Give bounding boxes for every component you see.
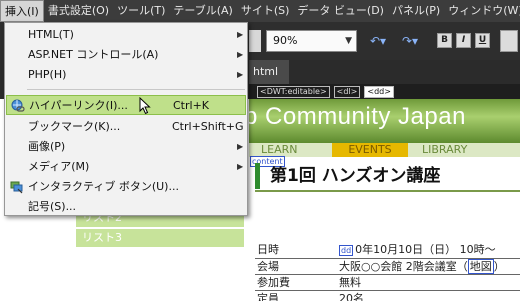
- menu-item-label: インタラクティブ ボタン(U)...: [28, 180, 179, 193]
- submenu-arrow-icon: ▶: [237, 50, 244, 59]
- menu-item-image[interactable]: 画像(P) ▶: [6, 137, 246, 157]
- menu-format[interactable]: 書式設定(O): [44, 0, 113, 22]
- menu-item-html[interactable]: HTML(T) ▶: [6, 25, 246, 45]
- menu-site[interactable]: サイト(S): [237, 0, 294, 22]
- table-row: 参加費 無料: [255, 274, 520, 291]
- list-item[interactable]: リスト3: [76, 229, 244, 247]
- menu-item-interactive-button[interactable]: インタラクティブ ボタン(U)...: [6, 177, 246, 197]
- banner-title: b Community Japan: [244, 103, 466, 130]
- interactive-button-icon: [10, 181, 23, 194]
- zoom-value: 90%: [273, 34, 298, 47]
- nav-learn[interactable]: LEARN: [261, 143, 297, 157]
- toolbar-control[interactable]: [249, 30, 261, 52]
- insert-menu: HTML(T) ▶ ASP.NET コントロール(A) ▶ PHP(H) ▶ ハ…: [4, 22, 248, 216]
- menu-item-symbol[interactable]: 記号(S)...: [6, 197, 246, 217]
- info-key: 定員: [255, 290, 337, 301]
- submenu-arrow-icon: ▶: [237, 162, 244, 171]
- info-value: 大阪○○会館 2階会議室（ 地図）: [337, 258, 520, 275]
- dd-tag-label: dd: [339, 244, 354, 256]
- info-key: 参加費: [255, 274, 337, 291]
- menu-item-bookmark[interactable]: ブックマーク(K)... Ctrl+Shift+G: [6, 117, 246, 137]
- menubar: 挿入(I) 書式設定(O) ツール(T) テーブル(A) サイト(S) データ …: [0, 0, 520, 22]
- site-nav: LEARN EVENTS LIBRARY: [249, 143, 520, 157]
- menu-window[interactable]: ウィンドウ(W): [444, 0, 520, 22]
- info-date: 0年10月10日（日） 10時〜: [355, 243, 496, 257]
- menu-item-media[interactable]: メディア(M) ▶: [6, 157, 246, 177]
- nav-events[interactable]: EVENTS: [332, 143, 408, 157]
- nav-library[interactable]: LIBRARY: [422, 143, 467, 157]
- submenu-arrow-icon: ▶: [237, 142, 244, 151]
- info-value: 20名: [337, 290, 520, 301]
- info-key: 日時: [255, 242, 337, 259]
- menu-item-label: ASP.NET コントロール(A): [28, 48, 159, 61]
- menu-insert[interactable]: 挿入(I): [0, 0, 44, 22]
- hyperlink-icon: [11, 99, 25, 112]
- mouse-cursor-icon: [139, 97, 151, 115]
- tag-selector: <DWT:editable> <dl> <dd>: [249, 84, 520, 99]
- table-row: 会場 大阪○○会館 2階会議室（ 地図）: [255, 258, 520, 275]
- info-venue-tail: ）: [493, 259, 505, 273]
- zoom-select[interactable]: 90% ▼: [266, 30, 357, 52]
- menu-panels[interactable]: パネル(P): [388, 0, 444, 22]
- menu-item-label: 記号(S)...: [28, 200, 77, 213]
- info-venue: 大阪○○会館 2階会議室（: [339, 259, 468, 273]
- tag-dl[interactable]: <dl>: [333, 85, 361, 98]
- divider: [255, 190, 520, 192]
- page-title: 第1回 ハンズオン講座: [255, 163, 440, 189]
- menu-item-php[interactable]: PHP(H) ▶: [6, 65, 246, 85]
- redo-icon[interactable]: ↷▾: [402, 33, 418, 49]
- menu-item-label: PHP(H): [28, 68, 67, 81]
- tag-dd[interactable]: <dd>: [364, 85, 394, 98]
- table-row: 日時 dd 0年10月10日（日） 10時〜: [255, 242, 520, 259]
- menu-item-label: ブックマーク(K)...: [28, 120, 121, 133]
- menu-item-shortcut: Ctrl+Shift+G: [172, 120, 244, 133]
- tag-dwt-editable[interactable]: <DWT:editable>: [257, 85, 330, 98]
- event-info-table: 日時 dd 0年10月10日（日） 10時〜 会場 大阪○○会館 2階会議室（ 地図…: [255, 242, 520, 301]
- menu-item-label: HTML(T): [28, 28, 74, 41]
- menu-item-aspnet[interactable]: ASP.NET コントロール(A) ▶: [6, 45, 246, 65]
- menu-item-label: メディア(M): [28, 160, 90, 173]
- info-value: dd 0年10月10日（日） 10時〜: [337, 242, 520, 259]
- menu-separator: [27, 89, 245, 90]
- align-button[interactable]: [500, 30, 518, 52]
- map-link[interactable]: 地図: [467, 258, 494, 274]
- undo-icon[interactable]: ↶▾: [370, 33, 386, 49]
- submenu-arrow-icon: ▶: [237, 70, 244, 79]
- menu-data-view[interactable]: データ ビュー(D): [293, 0, 388, 22]
- menu-item-label: ハイパーリンク(I)...: [29, 99, 128, 112]
- bold-button[interactable]: B: [437, 33, 452, 48]
- italic-button[interactable]: I: [456, 33, 471, 48]
- underline-button[interactable]: U: [475, 33, 490, 48]
- table-row: 定員 20名: [255, 290, 520, 301]
- menu-table[interactable]: テーブル(A): [169, 0, 236, 22]
- chevron-down-icon: ▼: [345, 36, 352, 46]
- menu-tools[interactable]: ツール(T): [113, 0, 169, 22]
- tab-label: html: [253, 65, 279, 78]
- info-value: 無料: [337, 274, 520, 291]
- info-key: 会場: [255, 258, 337, 275]
- menu-item-label: 画像(P): [28, 140, 66, 153]
- submenu-arrow-icon: ▶: [237, 30, 244, 39]
- tab-html[interactable]: html: [249, 60, 289, 84]
- menu-item-hyperlink[interactable]: ハイパーリンク(I)... Ctrl+K: [6, 95, 246, 115]
- menu-item-shortcut: Ctrl+K: [173, 99, 210, 112]
